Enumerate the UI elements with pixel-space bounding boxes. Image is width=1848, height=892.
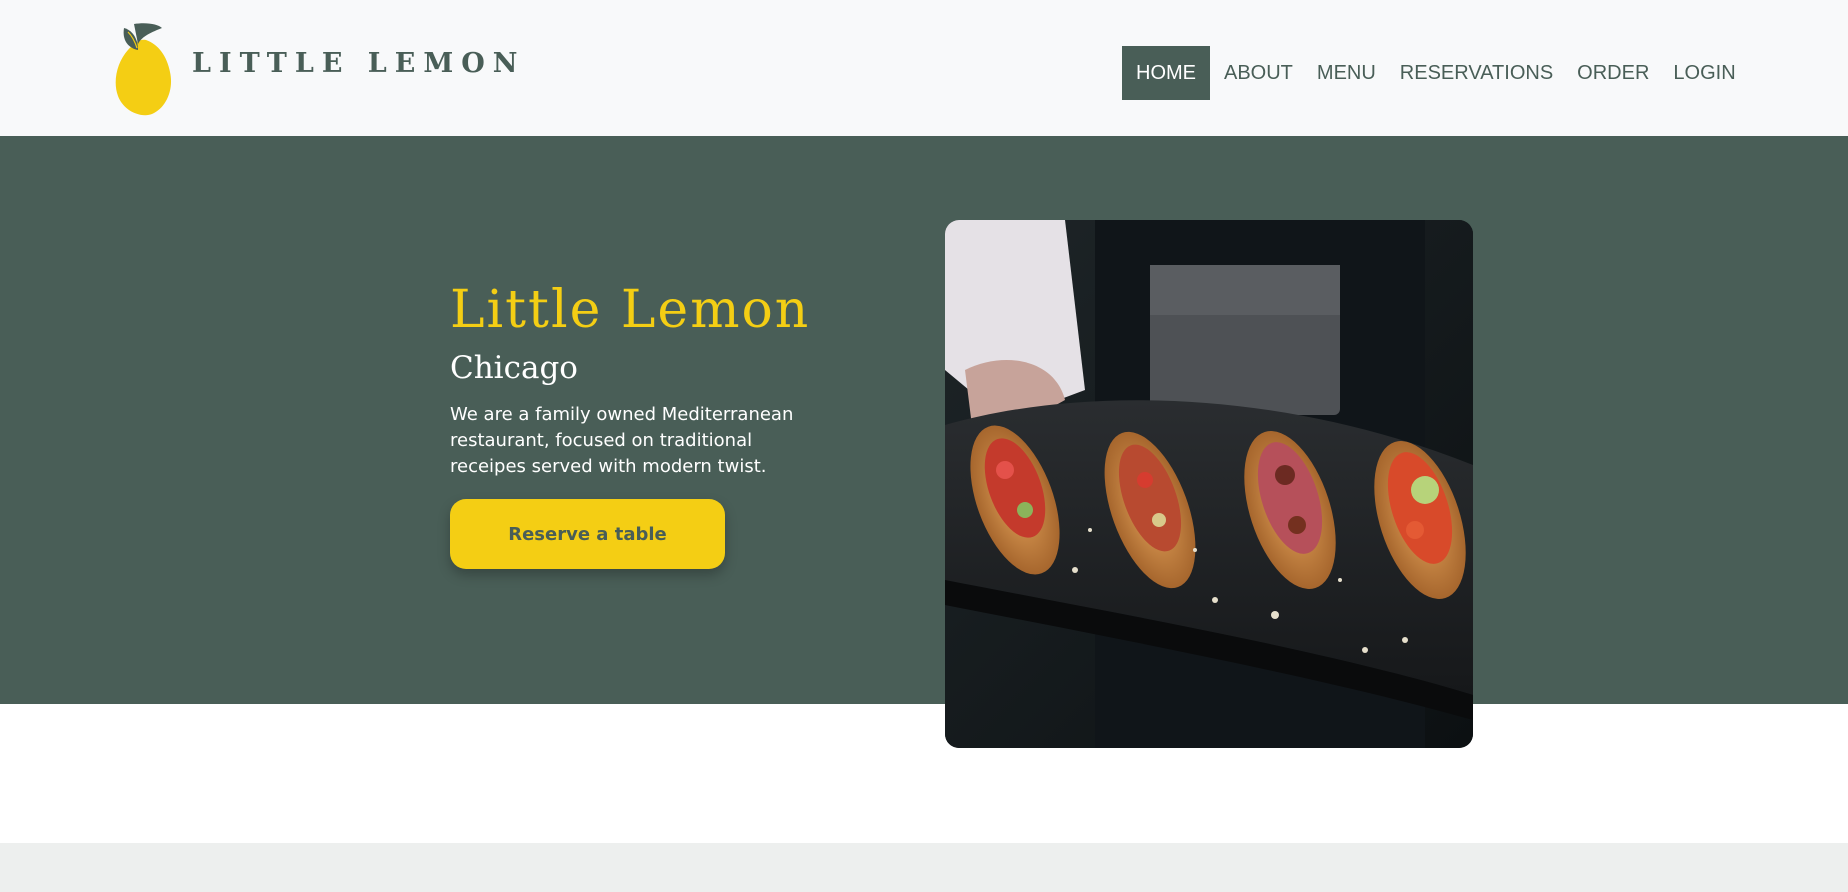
hero-description: We are a family owned Mediterranean rest… — [450, 404, 794, 477]
nav-about[interactable]: ABOUT — [1212, 46, 1305, 100]
hero-subtitle: Chicago — [450, 350, 578, 386]
reserve-table-button[interactable]: Reserve a table — [450, 499, 725, 569]
nav-reservations[interactable]: RESERVATIONS — [1388, 46, 1565, 100]
hero-title: Little Lemon — [450, 280, 811, 340]
nav-login[interactable]: LOGIN — [1661, 46, 1747, 100]
logo-text: LITTLE LEMON — [192, 47, 526, 79]
hero-image — [945, 220, 1473, 748]
footer-strip — [0, 843, 1848, 892]
hero-section — [0, 136, 1848, 704]
nav-order[interactable]: ORDER — [1565, 46, 1661, 100]
nav-home[interactable]: HOME — [1122, 46, 1210, 100]
logo[interactable]: LITTLE LEMON — [112, 18, 525, 118]
lemon-icon — [115, 23, 172, 116]
site-header: LITTLE LEMON HOME ABOUT MENU RESERVATION… — [0, 0, 1848, 136]
food-photo-illustration — [945, 220, 1473, 748]
main-nav: HOME ABOUT MENU RESERVATIONS ORDER LOGIN — [1122, 46, 1748, 100]
nav-menu[interactable]: MENU — [1305, 46, 1388, 100]
